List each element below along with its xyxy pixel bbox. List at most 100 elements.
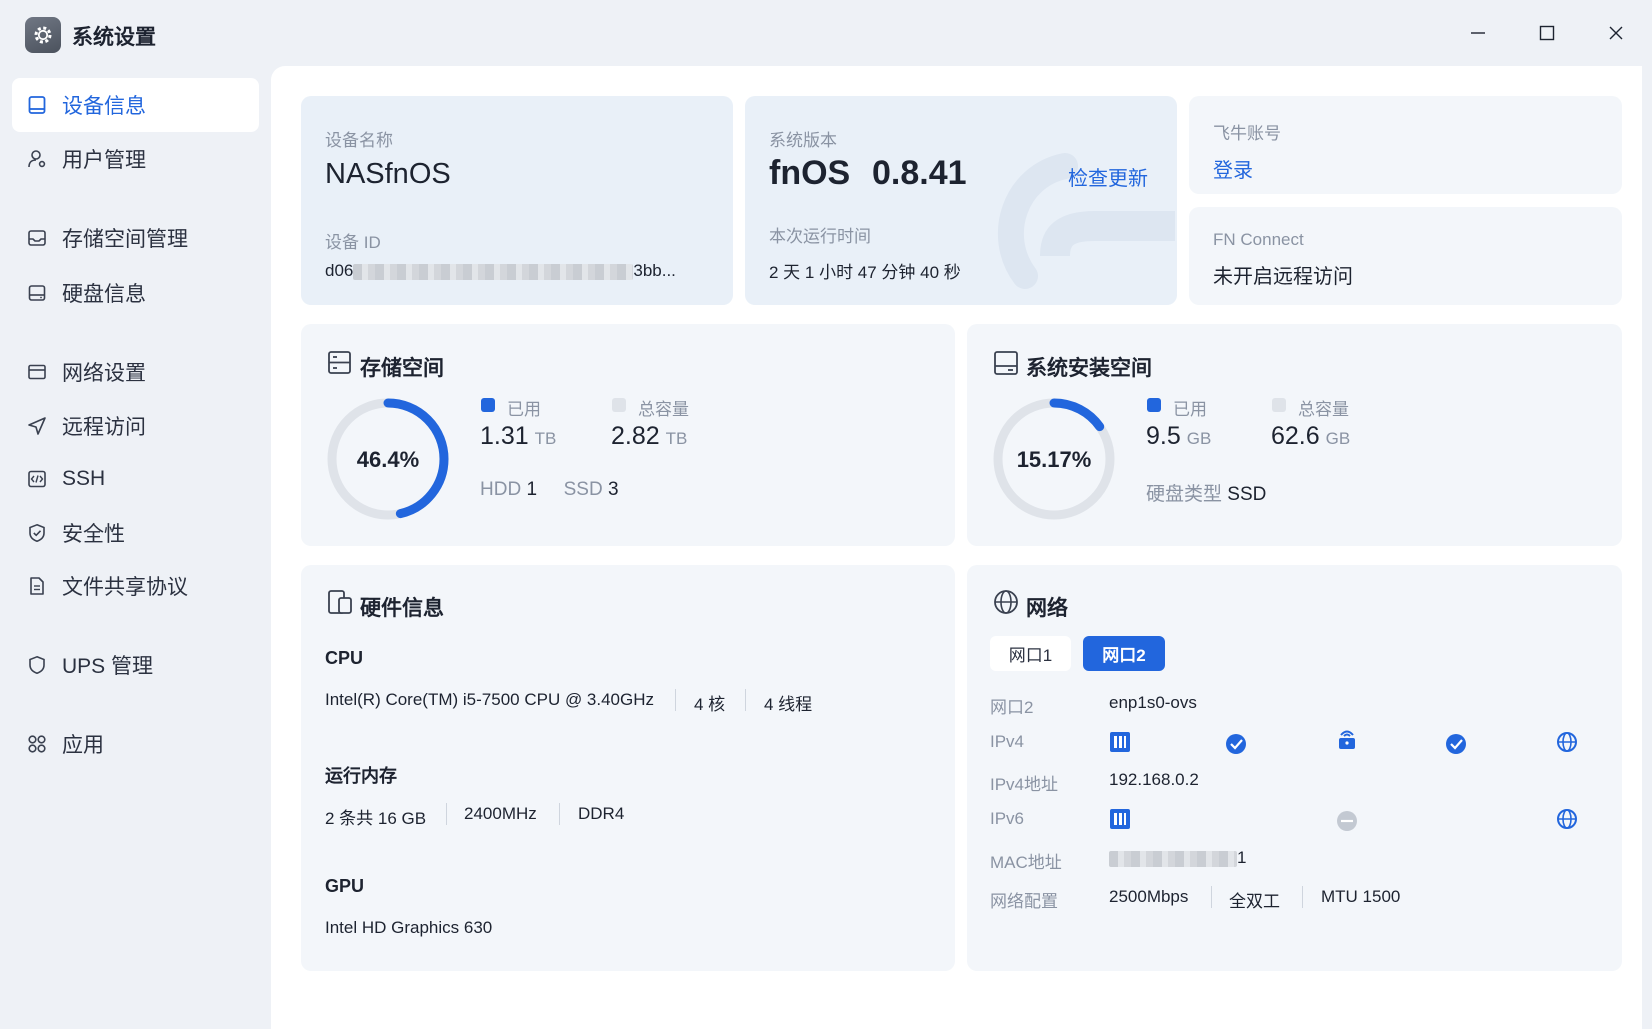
- used-legend-marker: [1147, 398, 1161, 412]
- divider: [1302, 886, 1303, 908]
- maximize-icon: [1539, 25, 1555, 41]
- link-speed: 2500Mbps: [1109, 887, 1189, 906]
- sidebar-item-ssh[interactable]: SSH: [12, 452, 259, 506]
- tab-port-1[interactable]: 网口1: [990, 636, 1071, 671]
- cpu-cores: 4 核: [694, 695, 726, 714]
- system-storage-used-value: 9.5 GB: [1146, 422, 1212, 450]
- os-version: 0.8.41: [872, 154, 967, 192]
- fn-connect-card: [1189, 207, 1622, 305]
- used-legend-label: 已用: [507, 400, 541, 419]
- used-legend-marker: [481, 398, 495, 412]
- sidebar-item-users[interactable]: 用户管理: [12, 132, 259, 186]
- ipv4-label: IPv4: [990, 732, 1025, 751]
- ipv6-topology: [1110, 809, 1577, 831]
- sidebar-item-apps[interactable]: 应用: [12, 717, 259, 771]
- system-storage-total-value: 62.6 GB: [1271, 422, 1351, 450]
- sidebar-item-label: 硬盘信息: [62, 283, 146, 306]
- sidebar-item-file-sharing[interactable]: 文件共享协议: [12, 559, 259, 613]
- device-id-label: 设备 ID: [325, 233, 381, 252]
- check-circle-icon: [1446, 734, 1466, 754]
- monitor-icon: [26, 94, 48, 116]
- os-name: fnOS: [769, 154, 851, 192]
- document-icon: [26, 575, 48, 597]
- sidebar-item-disk-info[interactable]: 硬盘信息: [12, 266, 259, 320]
- hardware-title: 硬件信息: [360, 597, 444, 620]
- app-title: 系统设置: [72, 26, 156, 49]
- sidebar-item-label: 安全性: [62, 523, 125, 546]
- port-label: 网口2: [990, 698, 1034, 717]
- sidebar-item-ups[interactable]: UPS 管理: [12, 638, 259, 692]
- duplex-mode: 全双工: [1229, 892, 1280, 911]
- harddisk-icon: [26, 282, 48, 304]
- sidebar-item-network[interactable]: 网络设置: [12, 345, 259, 399]
- total-legend-label: 总容量: [638, 400, 689, 419]
- ipv4-address: 192.168.0.2: [1109, 770, 1199, 789]
- send-icon: [26, 415, 48, 437]
- apps-icon: [26, 733, 48, 755]
- used-legend-label: 已用: [1173, 400, 1207, 419]
- sidebar-item-label: 文件共享协议: [62, 576, 188, 599]
- hardware-card: [301, 565, 955, 971]
- close-icon: [1609, 26, 1623, 40]
- sidebar: 设备信息 用户管理 存储空间管理 硬盘信息 网络设置 远程访问 SSH 安全性 …: [0, 66, 270, 1029]
- device-id: d06 3bb...: [325, 261, 676, 280]
- storage-icon: [328, 351, 351, 374]
- fn-connect-label: FN Connect: [1213, 230, 1304, 249]
- tab-port-2[interactable]: 网口2: [1083, 636, 1165, 671]
- sidebar-item-label: UPS 管理: [62, 655, 154, 678]
- divider: [446, 803, 447, 825]
- port-value: enp1s0-ovs: [1109, 693, 1197, 712]
- ipv4-address-label: IPv4地址: [990, 775, 1059, 794]
- account-label: 飞牛账号: [1213, 124, 1281, 143]
- device-name-label: 设备名称: [325, 131, 393, 150]
- cpu-label: CPU: [325, 648, 364, 668]
- sidebar-item-label: SSH: [62, 467, 106, 490]
- sidebar-item-device-info[interactable]: 设备信息: [12, 78, 259, 132]
- code-icon: [26, 468, 48, 490]
- disk-counts: HDD 1 SSD 3: [480, 479, 619, 500]
- fn-connect-status: 未开启远程访问: [1213, 266, 1353, 288]
- divider: [1211, 886, 1212, 908]
- maximize-button[interactable]: [1527, 16, 1567, 50]
- system-version-label: 系统版本: [769, 131, 837, 150]
- minimize-button[interactable]: [1458, 16, 1498, 50]
- gpu-model: Intel HD Graphics 630: [325, 918, 493, 937]
- divider: [675, 689, 676, 711]
- gear-icon: [25, 17, 61, 53]
- network-card: [967, 565, 1622, 971]
- sidebar-item-security[interactable]: 安全性: [12, 506, 259, 560]
- minus-circle-icon: [1337, 811, 1357, 831]
- shield-check-icon: [26, 522, 48, 544]
- globe-icon: [1557, 809, 1577, 829]
- gpu-label: GPU: [325, 876, 365, 896]
- system-storage-title: 系统安装空间: [1026, 357, 1152, 380]
- sidebar-item-storage[interactable]: 存储空间管理: [12, 211, 259, 265]
- system-storage-percent: 15.17%: [1016, 447, 1092, 472]
- ram-type: DDR4: [578, 804, 625, 823]
- close-button[interactable]: [1596, 16, 1636, 50]
- check-circle-icon: [1226, 734, 1246, 754]
- globe-icon: [1557, 732, 1577, 752]
- total-legend-label: 总容量: [1298, 400, 1349, 419]
- mtu-value: MTU 1500: [1321, 887, 1401, 906]
- user-gear-icon: [26, 148, 48, 170]
- disk-type: 硬盘类型 SSD: [1146, 484, 1267, 505]
- ipv4-topology: [1110, 730, 1577, 754]
- sidebar-item-remote-access[interactable]: 远程访问: [12, 399, 259, 453]
- sidebar-item-label: 应用: [62, 734, 104, 757]
- total-legend-marker: [612, 398, 626, 412]
- mac-address: 1: [1109, 848, 1246, 868]
- title-bar: 系统设置: [0, 0, 1652, 66]
- network-window-icon: [26, 361, 48, 383]
- storage-title: 存储空间: [360, 357, 444, 380]
- sidebar-item-label: 网络设置: [62, 362, 146, 385]
- shield-icon: [26, 654, 48, 676]
- login-link[interactable]: 登录: [1213, 154, 1253, 183]
- ram-label: 运行内存: [325, 766, 397, 786]
- account-card: [1189, 96, 1622, 194]
- storage-icon: [26, 227, 48, 249]
- ram-size: 2 条共 16 GB: [325, 809, 427, 828]
- check-update-link[interactable]: 检查更新: [1068, 162, 1148, 191]
- network-config-label: 网络配置: [990, 892, 1058, 911]
- cpu-threads: 4 线程: [764, 695, 813, 714]
